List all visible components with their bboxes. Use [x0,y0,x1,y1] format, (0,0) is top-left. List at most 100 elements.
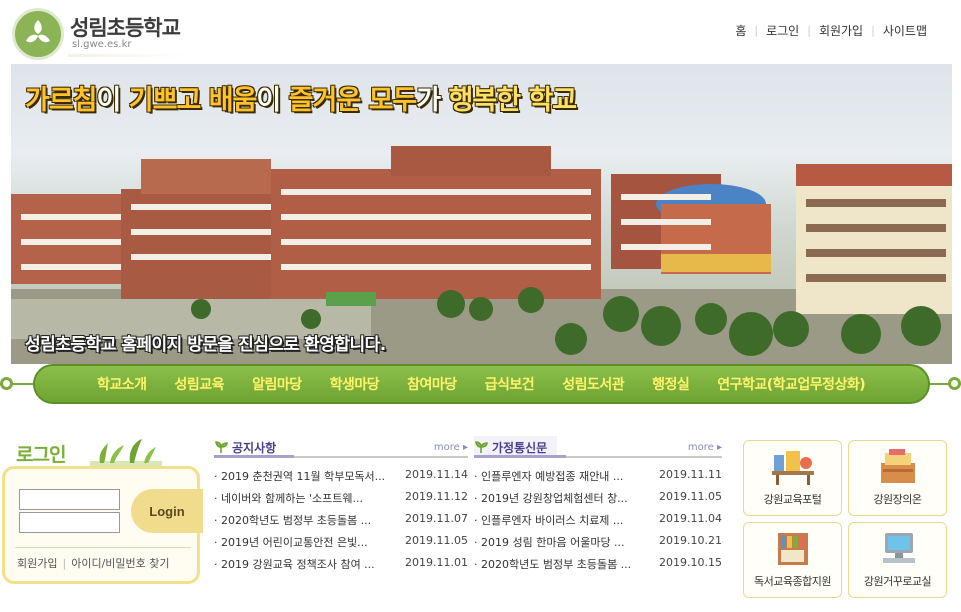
desk-icon [772,451,814,485]
more-link[interactable]: more ▸ [434,442,468,453]
list-item[interactable]: · 2019 강원교육 정책조사 참여 ... 2019.11.01 [214,552,468,574]
item-date: 2019.11.04 [659,512,722,525]
main-nav: 학교소개 성림교육 알림마당 학생마당 참여마당 급식보건 성림도서관 행정실 … [33,364,930,404]
item-title: 네이버와 함께하는 '소프트웨... [221,492,363,505]
slogan-part: 모두 [368,85,418,116]
slogan-part: 기쁘고 [128,85,202,116]
item-title: 2019 성림 한마음 어울마당 ... [481,536,625,549]
bookshelf-icon [778,533,808,565]
item-date: 2019.11.07 [405,512,468,525]
divider [15,547,191,548]
more-arrow-icon: ▸ [462,442,468,453]
board-title[interactable]: 가정통신문 [492,439,547,456]
quick-link-label: 강원장의온 [873,493,922,506]
item-date: 2019.11.11 [659,468,722,481]
board-header: 공지사항 more ▸ [214,436,468,458]
plant-icon [90,439,162,467]
item-date: 2019.11.14 [405,468,468,481]
quick-link-gangwon-portal[interactable]: 강원교육포털 [743,440,842,516]
item-title: 2019년 강원창업체험센터 창... [481,492,628,505]
password-input[interactable] [19,512,120,533]
list-item[interactable]: · 네이버와 함께하는 '소프트웨... 2019.11.12 [214,486,468,508]
quick-link-gangwon-creativity[interactable]: 강원장의온 [848,440,947,516]
item-date: 2019.11.05 [405,534,468,547]
item-title: 인플루엔자 바이러스 치료제 ... [481,514,624,527]
board-title[interactable]: 공지사항 [232,439,276,456]
item-title: 2020학년도 범정부 초등돌봄 ... [221,514,372,527]
signup-link[interactable]: 회원가입 [811,22,871,39]
newsletter-list: · 인플루엔자 예방접종 재안내 ... 2019.11.11 · 2019년 강… [474,464,722,574]
home-link[interactable]: 홈 [727,22,754,39]
list-item[interactable]: · 2020학년도 범정부 초등돌봄 ... 2019.11.07 [214,508,468,530]
utility-nav: 홈 | 로그인 | 회원가입 | 사이트맵 [727,22,935,39]
list-item[interactable]: · 2019년 어린이교통안전 은빛... 2019.11.05 [214,530,468,552]
item-date: 2019.11.05 [659,490,722,503]
quick-link-reading-support[interactable]: 독서교육종합지원 [743,522,842,598]
hero-banner: 가르침이 기쁘고 배움이 즐거운 모두가 행복한 학교 성림초등학교 홈페이지 … [11,64,952,364]
school-emblem-icon [12,8,64,60]
slogan-part: 배움 [208,85,258,116]
login-box: Login 회원가입 | 아이디/비밀번호 찾기 [2,466,203,584]
item-title: 2019년 어린이교통안전 은빛... [221,536,368,549]
school-name: 성림초등학교 [70,16,181,40]
slogan-part: 가르침 [25,85,98,116]
quick-link-label: 강원거꾸로교실 [863,575,932,588]
item-date: 2019.11.01 [405,556,468,569]
list-item[interactable]: · 2019년 강원창업체험센터 창... 2019.11.05 [474,486,722,508]
computer-icon [883,533,915,563]
books-icon [881,449,915,483]
board-title-accent [474,455,566,458]
item-date: 2019.10.21 [659,534,722,547]
sitemap-link[interactable]: 사이트맵 [875,22,935,39]
login-link[interactable]: 로그인 [758,22,807,39]
list-item[interactable]: · 2019 성림 한마음 어울마당 ... 2019.10.21 [474,530,722,552]
signup-link[interactable]: 회원가입 [17,555,57,571]
sprout-icon [475,441,488,453]
find-account-link[interactable]: 아이디/비밀번호 찾기 [71,555,169,571]
nav-item-research-school[interactable]: 연구학교(학교업무정상화) [717,374,865,394]
notice-board: 공지사항 more ▸ · 2019 춘천권역 11월 학부모독서... 2019… [214,436,468,574]
nav-item-meal-health[interactable]: 급식보건 [485,374,535,394]
quick-link-flipped-classroom[interactable]: 강원거꾸로교실 [848,522,947,598]
notice-list: · 2019 춘천권역 11월 학부모독서... 2019.11.14 · 네이버… [214,464,468,574]
gnb-left-dot [0,377,13,390]
list-item[interactable]: · 인플루엔자 바이러스 치료제 ... 2019.11.04 [474,508,722,530]
item-title: 2019 강원교육 정책조사 참여 ... [221,558,375,571]
more-arrow-icon: ▸ [716,442,722,453]
more-label: more [433,442,460,453]
login-title: 로그인 [16,444,66,466]
slogan-part: 이 [96,85,129,116]
list-item[interactable]: · 2019 춘천권역 11월 학부모독서... 2019.11.14 [214,464,468,486]
nav-item-education[interactable]: 성림교육 [175,374,225,394]
quick-link-label: 독서교육종합지원 [754,575,831,588]
board-header: 가정통신문 more ▸ [474,436,722,458]
list-item[interactable]: · 2020학년도 범정부 초등돌봄 ... 2019.10.15 [474,552,722,574]
slogan-part: 이 [256,85,289,116]
nav-item-library[interactable]: 성림도서관 [562,374,624,394]
nav-item-intro[interactable]: 학교소개 [97,374,147,394]
more-label: more [687,442,714,453]
item-title: 2019 춘천권역 11월 학부모독서... [221,470,386,483]
user-id-input[interactable] [19,489,120,510]
nav-item-participation[interactable]: 참여마당 [407,374,457,394]
board-title-accent [214,455,294,458]
quick-link-label: 강원교육포털 [763,493,822,506]
divider: | [62,556,67,570]
slogan-part [200,85,208,116]
list-item[interactable]: · 인플루엔자 예방접종 재안내 ... 2019.11.11 [474,464,722,486]
more-link[interactable]: more ▸ [688,442,722,453]
nav-item-notices[interactable]: 알림마당 [252,374,302,394]
school-logo[interactable]: 성림초등학교 sl.gwe.es.kr [12,8,188,60]
newsletter-board: 가정통신문 more ▸ · 인플루엔자 예방접종 재안내 ... 2019.11… [474,436,722,574]
school-url: sl.gwe.es.kr [72,39,132,50]
login-links: 회원가입 | 아이디/비밀번호 찾기 [17,555,170,571]
login-button[interactable]: Login [131,489,203,533]
nav-item-students[interactable]: 학생마당 [330,374,380,394]
gnb-right-dot [948,377,961,390]
item-date: 2019.11.12 [405,490,468,503]
slogan-part: 즐거운 [288,85,362,116]
slogan-part: 행복한 학교 [448,85,578,116]
logo-underline [68,54,188,57]
nav-item-admin-office[interactable]: 행정실 [652,374,690,394]
item-date: 2019.10.15 [659,556,722,569]
